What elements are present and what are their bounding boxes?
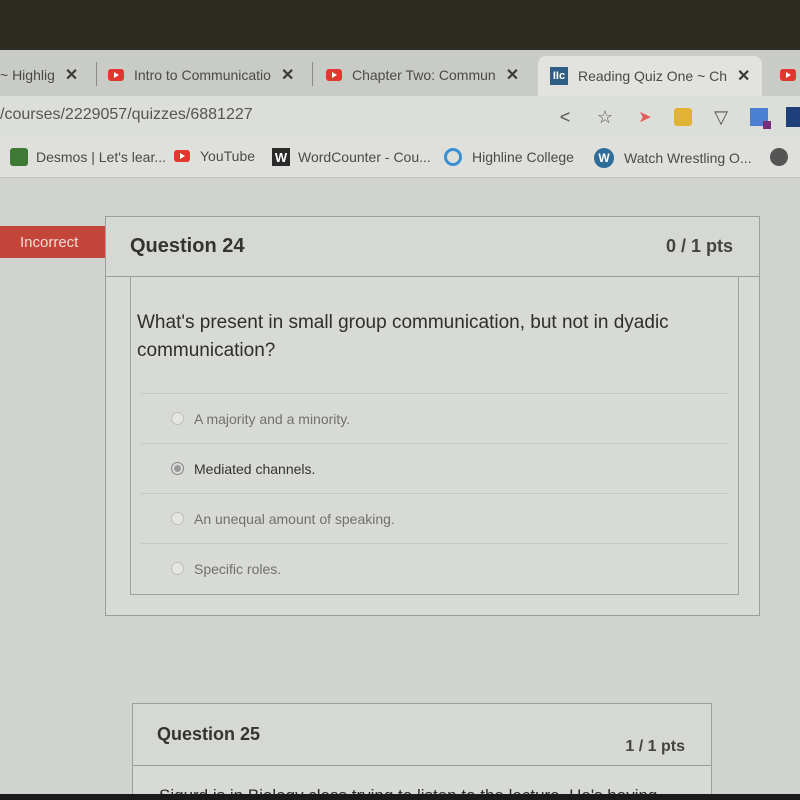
question-header: Question 25 1 / 1 pts <box>133 704 711 766</box>
question-title: Question 24 <box>130 235 245 257</box>
browser-window: ~ Highlig ✕ Intro to Communicatio ✕ Chap… <box>0 50 800 800</box>
tab-youtube-partial[interactable] <box>780 58 800 92</box>
question-header: Question 24 0 / 1 pts <box>106 217 759 277</box>
tab-strip: ~ Highlig ✕ Intro to Communicatio ✕ Chap… <box>0 50 800 96</box>
extension-blue-icon[interactable] <box>786 107 800 127</box>
star-icon[interactable]: ☆ <box>594 107 616 128</box>
tab-title: Reading Quiz One ~ Ch <box>578 68 728 84</box>
tab-separator <box>96 62 97 86</box>
question-title: Question 25 <box>157 724 261 744</box>
close-icon[interactable]: ✕ <box>737 66 750 86</box>
address-bar: /courses/2229057/quizzes/6881227 < ☆ ➤ ▽ <box>0 96 800 138</box>
youtube-icon <box>174 150 190 162</box>
bookmark-label: WordCounter - Cou... <box>298 149 431 165</box>
bookmark-label: Watch Wrestling O... <box>624 150 752 166</box>
tab-intro-to-communication[interactable]: Intro to Communicatio ✕ <box>108 58 294 92</box>
bookmarks-bar: Desmos | Let's lear... YouTube W WordCou… <box>0 138 800 178</box>
radio-button[interactable] <box>171 412 184 425</box>
answer-option[interactable]: A majority and a minority. <box>141 393 728 443</box>
answer-list: A majority and a minority. Mediated chan… <box>141 393 728 593</box>
question-points: 0 / 1 pts <box>665 236 733 256</box>
tab-chapter-two[interactable]: Chapter Two: Commun ✕ <box>326 58 519 92</box>
answer-label: Mediated channels. <box>194 460 316 477</box>
youtube-icon <box>108 69 124 81</box>
tab-title: Intro to Communicatio <box>134 67 271 83</box>
answer-label: Specific roles. <box>194 560 282 577</box>
quiz-content: Incorrect Question 24 0 / 1 pts What's p… <box>0 178 800 800</box>
youtube-icon <box>780 69 796 81</box>
bookmark-highline[interactable]: Highline College <box>444 148 574 166</box>
question-body: What's present in small group communicat… <box>130 277 739 595</box>
question-25-card: Question 25 1 / 1 pts Sigurd is in Biolo… <box>132 703 712 800</box>
bookmark-label: YouTube <box>200 148 256 164</box>
desmos-icon <box>10 148 28 166</box>
highline-hc-icon: IIc <box>550 67 568 85</box>
bookmark-label: Highline College <box>472 149 574 165</box>
bookmark-wordcounter[interactable]: W WordCounter - Cou... <box>272 148 431 166</box>
question-points: 1 / 1 pts <box>625 737 685 755</box>
url-field[interactable]: /courses/2229057/quizzes/6881227 <box>0 106 253 124</box>
extension-red-icon[interactable]: ➤ <box>634 107 656 127</box>
bookmark-watch-wrestling[interactable]: W Watch Wrestling O... <box>594 148 752 168</box>
highline-icon <box>444 148 462 166</box>
question-text: What's present in small group communicat… <box>137 312 669 361</box>
bookmark-youtube[interactable]: YouTube <box>174 148 255 164</box>
extension-shield-icon[interactable]: ▽ <box>710 107 732 128</box>
tab-title: Chapter Two: Commun <box>352 67 496 83</box>
question-24-card: Question 24 0 / 1 pts What's present in … <box>105 216 760 616</box>
tab-highlight[interactable]: ~ Highlig ✕ <box>0 58 78 92</box>
answer-option-selected[interactable]: Mediated channels. <box>141 443 728 493</box>
answer-option[interactable]: Specific roles. <box>141 543 728 593</box>
bookmark-other[interactable] <box>770 148 788 166</box>
close-icon[interactable]: ✕ <box>506 65 519 85</box>
tab-reading-quiz-one[interactable]: IIc Reading Quiz One ~ Ch ✕ <box>538 56 763 96</box>
toolbar-icons: < ☆ ➤ ▽ <box>554 102 800 132</box>
youtube-icon <box>326 69 342 81</box>
share-icon[interactable]: < <box>554 107 576 128</box>
answer-option[interactable]: An unequal amount of speaking. <box>141 493 728 543</box>
close-icon[interactable]: ✕ <box>65 65 78 85</box>
tab-title: ~ Highlig <box>0 67 55 83</box>
answer-label: A majority and a minority. <box>194 410 351 427</box>
close-icon[interactable]: ✕ <box>281 65 294 85</box>
wordcounter-icon: W <box>272 148 290 166</box>
tab-separator <box>312 62 313 86</box>
bookmark-label: Desmos | Let's lear... <box>36 149 167 165</box>
answer-label: An unequal amount of speaking. <box>194 510 395 527</box>
bookmark-desmos[interactable]: Desmos | Let's lear... <box>10 148 166 166</box>
extension-grid-icon[interactable] <box>750 108 771 129</box>
monitor-bezel <box>0 794 800 800</box>
wordpress-icon: W <box>594 148 614 168</box>
radio-button-selected[interactable] <box>171 462 184 475</box>
extension-yellow-icon[interactable] <box>674 108 692 126</box>
radio-button[interactable] <box>171 512 184 525</box>
incorrect-badge: Incorrect <box>0 226 130 258</box>
radio-button[interactable] <box>171 562 184 575</box>
globe-icon <box>770 148 788 166</box>
